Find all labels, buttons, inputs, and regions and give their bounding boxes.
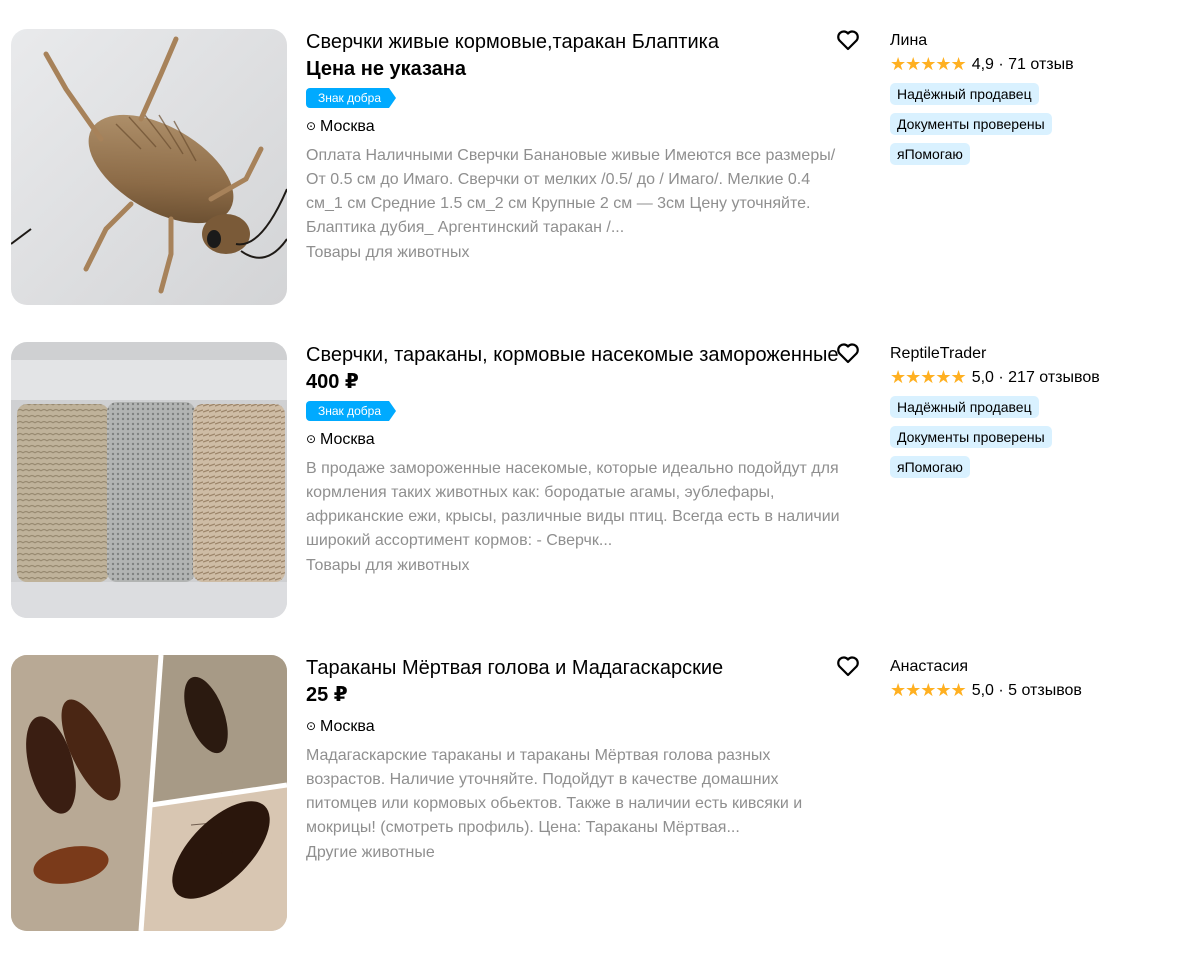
frozen-insects-photo: [11, 342, 287, 618]
seller-tag: Документы проверены: [890, 113, 1052, 135]
seller-name[interactable]: Лина: [890, 31, 1170, 51]
seller-tags: Надёжный продавец Документы проверены яП…: [890, 388, 1170, 478]
star-rating-icon: ★★★★★: [890, 54, 967, 74]
location-text: Москва: [320, 718, 375, 735]
seller-tags: Надёжный продавец Документы проверены яП…: [890, 75, 1170, 165]
seller-name[interactable]: ReptileTrader: [890, 344, 1170, 364]
listing-card[interactable]: Тараканы Мёртвая голова и Мадагаскарские…: [0, 655, 1180, 931]
seller-tag: Документы проверены: [890, 426, 1052, 448]
star-rating-icon: ★★★★★: [890, 680, 967, 700]
seller-block: Лина ★★★★★ 4,9 · 71 отзыв Надёжный продав…: [890, 31, 1170, 165]
listing-description: Мадагаскарские тараканы и тараканы Мёртв…: [306, 747, 803, 836]
seller-rating: ★★★★★ 4,9 · 71 отзыв: [890, 54, 1170, 75]
seller-tag: яПомогаю: [890, 456, 970, 478]
listing-title[interactable]: Тараканы Мёртвая голова и Мадагаскарские: [306, 655, 851, 681]
listing-category: Другие животные: [306, 844, 435, 861]
location-pin-icon: ⊙: [306, 119, 317, 133]
favorite-heart-icon[interactable]: [836, 655, 860, 677]
good-deed-badge: Знак добра: [306, 401, 397, 421]
listing-price: 400 ₽: [306, 371, 359, 393]
listing-description: В продаже замороженные насекомые, которы…: [306, 460, 840, 549]
location-text: Москва: [320, 118, 375, 135]
listing-category: Товары для животных: [306, 557, 470, 574]
seller-tag: Надёжный продавец: [890, 396, 1039, 418]
listing-photo[interactable]: [11, 29, 287, 305]
listing-location: ⊙ Москва: [306, 428, 851, 451]
cricket-photo: [11, 29, 287, 305]
good-deed-badge: Знак добра: [306, 88, 397, 108]
listing-description: Оплата Наличными Сверчки Банановые живые…: [306, 147, 836, 236]
seller-tag: яПомогаю: [890, 143, 970, 165]
cockroach-collage-photo: [11, 655, 287, 931]
listing-category: Товары для животных: [306, 244, 470, 261]
rating-text[interactable]: 5,0 · 217 отзывов: [972, 369, 1100, 386]
listing-card[interactable]: Сверчки, тараканы, кормовые насекомые за…: [0, 342, 1180, 618]
listing-price: 25 ₽: [306, 684, 348, 706]
listing-location: ⊙ Москва: [306, 115, 851, 138]
seller-rating: ★★★★★ 5,0 · 5 отзывов: [890, 680, 1170, 701]
seller-block: ReptileTrader ★★★★★ 5,0 · 217 отзывов Над…: [890, 344, 1170, 478]
star-rating-icon: ★★★★★: [890, 367, 967, 387]
seller-rating: ★★★★★ 5,0 · 217 отзывов: [890, 367, 1170, 388]
listing-location: ⊙ Москва: [306, 715, 851, 738]
listing-info: Сверчки, тараканы, кормовые насекомые за…: [306, 342, 851, 577]
seller-name[interactable]: Анастасия: [890, 657, 1170, 677]
rating-text[interactable]: 4,9 · 71 отзыв: [972, 56, 1074, 73]
location-pin-icon: ⊙: [306, 719, 317, 733]
seller-block: Анастасия ★★★★★ 5,0 · 5 отзывов: [890, 657, 1170, 701]
listing-photo[interactable]: [11, 342, 287, 618]
favorite-heart-icon[interactable]: [836, 29, 860, 51]
rating-text[interactable]: 5,0 · 5 отзывов: [972, 682, 1082, 699]
listing-title[interactable]: Сверчки живые кормовые,таракан Блаптика: [306, 29, 851, 55]
listing-price: Цена не указана: [306, 58, 466, 80]
listing-card[interactable]: Сверчки живые кормовые,таракан Блаптика …: [0, 29, 1180, 305]
favorite-heart-icon[interactable]: [836, 342, 860, 364]
listing-info: Сверчки живые кормовые,таракан Блаптика …: [306, 29, 851, 264]
listing-info: Тараканы Мёртвая голова и Мадагаскарские…: [306, 655, 851, 864]
location-pin-icon: ⊙: [306, 432, 317, 446]
seller-tag: Надёжный продавец: [890, 83, 1039, 105]
location-text: Москва: [320, 431, 375, 448]
listing-photo[interactable]: [11, 655, 287, 931]
listing-title[interactable]: Сверчки, тараканы, кормовые насекомые за…: [306, 342, 851, 368]
